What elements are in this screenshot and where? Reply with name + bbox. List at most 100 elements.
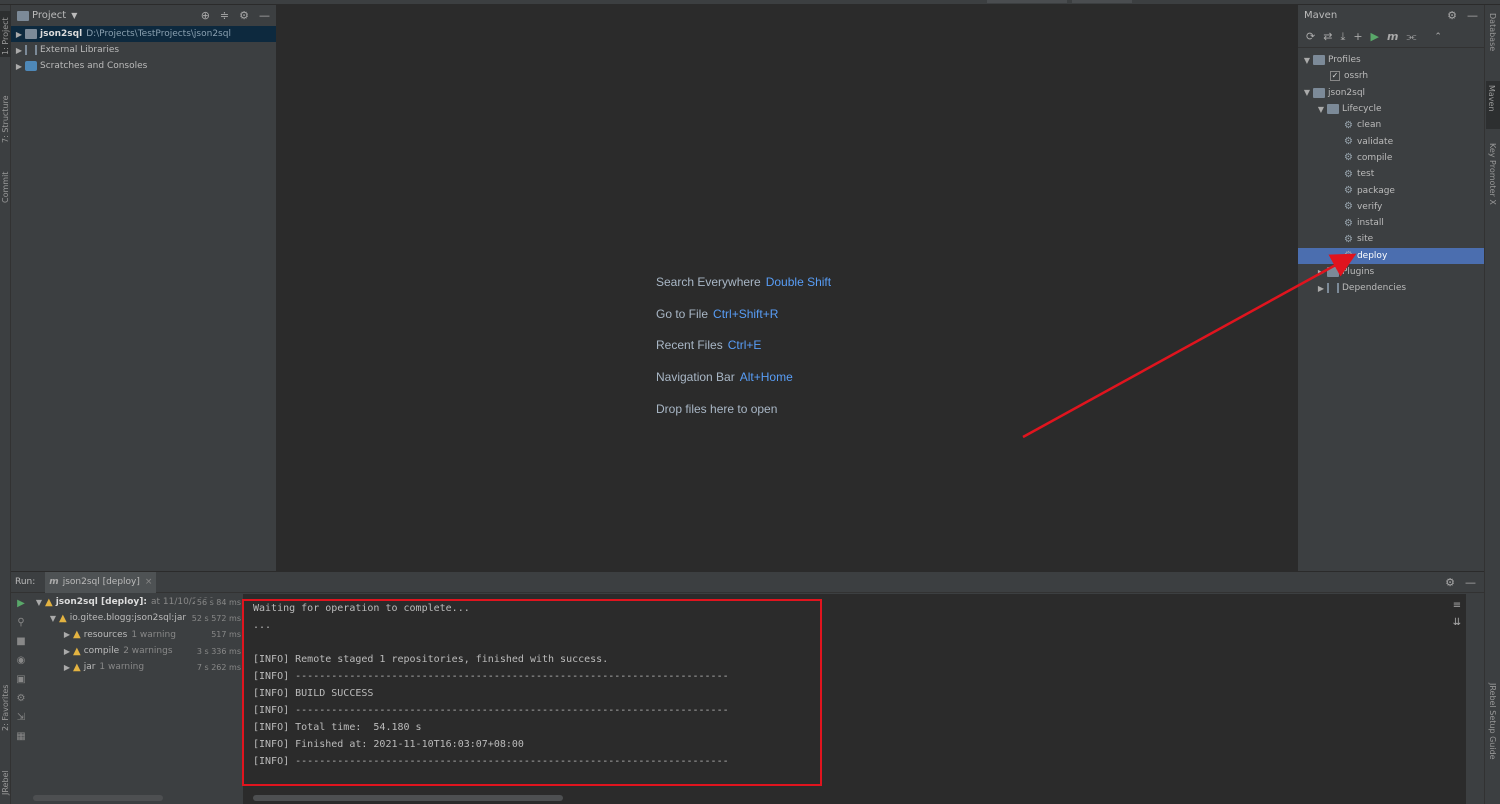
tab-structure[interactable]: 7: Structure <box>0 85 11 145</box>
minimize-icon[interactable]: — <box>1465 576 1476 589</box>
run-header-icons: ⚙ — <box>1445 576 1476 589</box>
toggle-offline-icon[interactable]: ⫘ <box>1406 30 1416 44</box>
reload-icon[interactable]: ⟳ <box>1306 30 1315 43</box>
pin-icon[interactable]: ⚲ <box>17 617 24 628</box>
project-panel-header: Project ▼ ⊕ ≑ ⚙ — <box>11 5 276 26</box>
run-header: Run: m json2sql [deploy] × ⚙ — <box>11 571 1484 593</box>
maven-node-label: Dependencies <box>1342 283 1407 294</box>
warning-icon: ▲ <box>73 629 81 641</box>
hint-label: Go to File <box>656 307 709 321</box>
run-tree-scrollbar[interactable] <box>33 795 163 801</box>
editor-empty-area[interactable]: Search Everywhere Double Shift Go to File… <box>278 5 1297 571</box>
maven-lifecycle-node[interactable]: ▼ Lifecycle <box>1298 101 1484 117</box>
hint-label: Search Everywhere <box>656 275 761 289</box>
expand-arrow-icon[interactable]: ▶ <box>1315 284 1327 293</box>
maven-profiles-node[interactable]: ▼ Profiles <box>1298 52 1484 68</box>
maven-header-icons: ⚙ — <box>1447 9 1478 22</box>
maven-project-node[interactable]: ▼ json2sql <box>1298 85 1484 101</box>
expand-arrow-icon[interactable]: ▶ <box>13 62 25 71</box>
run-tree-artifact[interactable]: ▼ ▲ io.gitee.blogg:json2sql:jar 52 s 572… <box>33 610 241 626</box>
warning-icon: ▲ <box>59 612 67 624</box>
collapse-arrow-icon[interactable]: ▼ <box>1301 56 1313 65</box>
expand-arrow-icon[interactable]: ▶ <box>61 663 73 672</box>
maven-panel: Maven ⚙ — ⟳ ⇄ ⤓ + ▶ m ⫘ ⌃ ▼ Profiles ✓ o… <box>1297 5 1484 571</box>
maven-goal-compile[interactable]: ⚙ compile <box>1298 150 1484 166</box>
gear-icon[interactable]: ⚙ <box>1447 9 1457 22</box>
maven-goal-test[interactable]: ⚙ test <box>1298 166 1484 182</box>
gear-icon[interactable]: ⚙ <box>239 9 249 22</box>
tree-item-external-libraries[interactable]: ▶ External Libraries <box>11 42 276 58</box>
tab-maven[interactable]: Maven <box>1486 81 1500 129</box>
tab-favorites[interactable]: 2: Favorites <box>0 673 11 733</box>
expand-arrow-icon[interactable]: ▶ <box>1315 268 1327 277</box>
run-tree-resources[interactable]: ▶ ▲ resources 1 warning 517 ms <box>33 627 241 643</box>
tree-item-scratches[interactable]: ▶ Scratches and Consoles <box>11 58 276 74</box>
maven-title: Maven <box>1304 10 1338 21</box>
run-node-detail: 1 warning <box>131 629 176 640</box>
maven-goal-deploy[interactable]: ⚙ deploy <box>1298 247 1484 264</box>
maven-goal-install[interactable]: ⚙ install <box>1298 215 1484 231</box>
project-title[interactable]: Project <box>32 10 66 21</box>
eye-icon[interactable]: ◉ <box>17 655 26 666</box>
tree-item-json2sql[interactable]: ▶ json2sql D:\Projects\TestProjects\json… <box>11 26 276 42</box>
download-icon[interactable]: ⤓ <box>1340 30 1345 44</box>
expand-arrow-icon[interactable]: ▶ <box>61 630 73 639</box>
tab-label: Database <box>1488 13 1497 52</box>
left-tool-strip: 1: Project 7: Structure Commit 2: Favori… <box>0 5 11 804</box>
tab-commit[interactable]: Commit <box>0 160 11 205</box>
maven-plugins-node[interactable]: ▶ Plugins <box>1298 264 1484 280</box>
collapse-arrow-icon[interactable]: ▼ <box>33 598 45 607</box>
locate-icon[interactable]: ⊕ <box>201 9 210 22</box>
close-icon[interactable]: × <box>145 577 153 587</box>
console-scrollbar[interactable] <box>253 795 563 801</box>
maven-goal-validate[interactable]: ⚙ validate <box>1298 133 1484 149</box>
minimize-icon[interactable]: — <box>259 9 270 22</box>
collapse-arrow-icon[interactable]: ▼ <box>1315 105 1327 114</box>
maven-node-label: Plugins <box>1342 267 1375 277</box>
run-tree-root[interactable]: ▼ ▲ json2sql [deploy]: at 11/10/2021 56 … <box>33 594 241 610</box>
collapse-arrow-icon[interactable]: ▼ <box>47 614 59 623</box>
gear-icon[interactable]: ⚙ <box>1445 576 1455 589</box>
run-tree-jar[interactable]: ▶ ▲ jar 1 warning 7 s 262 ms <box>33 659 241 675</box>
layout-icon[interactable]: ▦ <box>16 731 25 742</box>
maven-goal-site[interactable]: ⚙ site <box>1298 231 1484 247</box>
stop-icon[interactable]: ■ <box>16 636 25 647</box>
scroll-to-end-icon[interactable]: ⇊ <box>1453 617 1461 628</box>
maven-icon: m <box>49 577 59 587</box>
camera-icon[interactable]: ▣ <box>16 674 25 685</box>
add-icon[interactable]: + <box>1353 30 1362 43</box>
minimize-icon[interactable]: — <box>1467 9 1478 22</box>
maven-goal-package[interactable]: ⚙ package <box>1298 182 1484 198</box>
run-tree-compile[interactable]: ▶ ▲ compile 2 warnings 3 s 336 ms <box>33 643 241 659</box>
tab-project[interactable]: 1: Project <box>0 11 11 57</box>
chevron-down-icon[interactable]: ▼ <box>71 11 77 20</box>
soft-wrap-icon[interactable]: ≡ <box>1453 600 1461 611</box>
gear-icon: ⚙ <box>1344 201 1353 213</box>
maven-profile-item[interactable]: ✓ ossrh <box>1298 68 1484 84</box>
expand-arrow-icon[interactable]: ▶ <box>13 30 25 39</box>
maven-dependencies-node[interactable]: ▶ Dependencies <box>1298 280 1484 296</box>
maven-goal-icon[interactable]: m <box>1387 30 1398 43</box>
export-icon[interactable]: ⇲ <box>17 712 25 723</box>
rerun-icon[interactable]: ▶ <box>17 598 25 609</box>
expand-arrow-icon[interactable]: ▶ <box>61 647 73 656</box>
settings-icon[interactable]: ⚙ <box>17 693 26 704</box>
run-toolbar: ▶ ⚲ ■ ◉ ▣ ⚙ ⇲ ▦ <box>11 594 31 804</box>
collapse-arrow-icon[interactable]: ▼ <box>1301 88 1313 97</box>
run-icon[interactable]: ▶ <box>1371 30 1379 43</box>
maven-goal-verify[interactable]: ⚙ verify <box>1298 199 1484 215</box>
gear-icon: ⚙ <box>1344 136 1353 148</box>
maven-goal-label: install <box>1356 218 1384 229</box>
run-node-time: 7 s 262 ms <box>194 662 241 672</box>
maven-goal-label: compile <box>1356 152 1393 163</box>
maven-goal-clean[interactable]: ⚙ clean <box>1298 117 1484 133</box>
more-icon[interactable]: ⌃ <box>1434 32 1442 42</box>
tree-item-path: D:\Projects\TestProjects\json2sql <box>86 29 231 39</box>
run-tab[interactable]: m json2sql [deploy] × <box>45 571 157 593</box>
collapse-all-icon[interactable]: ≑ <box>220 9 229 22</box>
project-header-icons: ⊕ ≑ ⚙ — <box>201 9 270 22</box>
expand-arrow-icon[interactable]: ▶ <box>13 46 25 55</box>
checkbox-checked[interactable]: ✓ <box>1330 71 1340 82</box>
tab-jrebel[interactable]: JRebel <box>0 753 11 797</box>
generate-sources-icon[interactable]: ⇄ <box>1323 30 1332 43</box>
